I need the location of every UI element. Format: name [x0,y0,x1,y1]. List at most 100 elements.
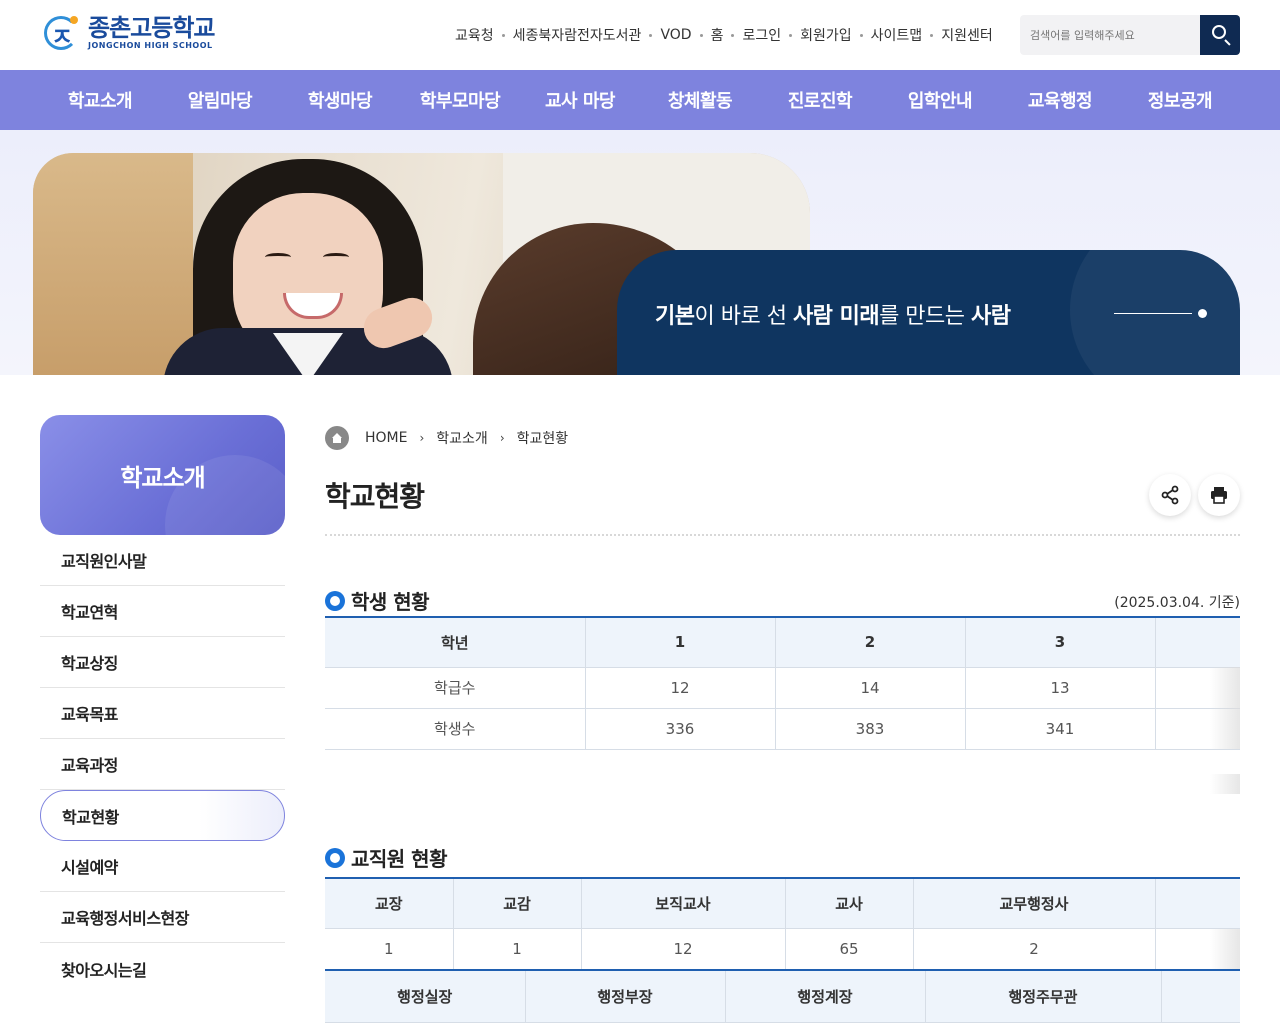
table-cell: 12 [585,667,776,709]
students-table: 학년 1 2 3 학급수 12 14 13 학생수 336 383 341 [325,616,1240,750]
lnb-menu: 교직원인사말 학교연혁 학교상징 교육목표 교육과정 학교현황 시설예약 교육행… [40,535,285,994]
table-header: 교장 [325,878,454,929]
slogan-banner: 기본이 바로 선 사람 미래를 만드는 사람 [617,210,1270,375]
table-scroll-shadow [1210,774,1240,794]
section-bullet-icon [325,847,345,868]
logo-emblem-icon: ㅈ [40,12,82,54]
util-vod[interactable]: VOD [660,27,691,43]
nav-disclosure[interactable]: 정보공개 [1120,70,1240,130]
table-header: 교무행정사 [913,878,1156,929]
nav-admission[interactable]: 입학안내 [880,70,1000,130]
table-cell: 383 [775,708,966,750]
util-separator-icon [731,33,735,37]
table-header [1161,970,1240,1023]
lnb-item-facility-reservation[interactable]: 시설예약 [40,841,285,892]
table-header: 3 [965,617,1156,668]
lnb-item-goals[interactable]: 교육목표 [40,688,285,739]
util-edu-office[interactable]: 교육청 [455,25,494,45]
utility-menu: 교육청 세종북자람전자도서관 VOD 홈 로그인 회원가입 사이트맵 지원센터 [455,25,993,45]
printer-icon [1211,487,1227,504]
lnb-item-history[interactable]: 학교연혁 [40,586,285,637]
lnb-title: 학교소개 [40,415,285,535]
table-scroll-shadow [1210,667,1240,749]
section-title-students: 학생 현황 [325,586,430,615]
share-icon [1161,485,1179,505]
nav-teacher[interactable]: 교사 마당 [520,70,640,130]
util-separator-icon [789,33,793,37]
breadcrumb-level2[interactable]: 학교현황 [517,428,569,448]
print-button[interactable] [1198,474,1240,516]
table-header-row: 학년 1 2 3 [325,617,1240,668]
table-cell: 12 [581,928,786,971]
table-header: 행정계장 [725,970,926,1023]
slogan-dot-icon [1198,309,1207,318]
nav-administration[interactable]: 교육행정 [1000,70,1120,130]
nav-activities[interactable]: 창체활동 [640,70,760,130]
title-divider [325,534,1240,536]
table-cell: 학급수 [325,667,586,709]
nav-student[interactable]: 학생마당 [280,70,400,130]
nav-school-intro[interactable]: 학교소개 [40,70,160,130]
table-header: 1 [585,617,776,668]
breadcrumb-home[interactable]: HOME [365,430,407,446]
nav-notice[interactable]: 알림마당 [160,70,280,130]
table-header: 교사 [785,878,914,929]
search-box [1020,15,1240,55]
lnb-item-greeting[interactable]: 교직원인사말 [40,535,285,586]
util-separator-icon [930,33,934,37]
school-logo[interactable]: ㅈ 종촌고등학교 JONGCHON HIGH SCHOOL [40,10,220,56]
logo-name-ko: 종촌고등학교 [88,14,215,42]
table-cell: 14 [775,667,966,709]
lnb-item-directions[interactable]: 찾아오시는길 [40,943,285,994]
table-cell: 341 [965,708,1156,750]
table-cell: 학생수 [325,708,586,750]
breadcrumb-level1[interactable]: 학교소개 [436,428,488,448]
util-separator-icon [859,33,863,37]
share-button[interactable] [1149,474,1191,516]
nav-career[interactable]: 진로진학 [760,70,880,130]
page-title: 학교현황 [325,480,425,513]
table-scroll-shadow [1210,929,1240,969]
section-bullet-icon [325,590,345,611]
table-header-row: 행정실장 행정부장 행정계장 행정주무관 [325,970,1240,1023]
table-header: 행정주무관 [925,970,1162,1023]
table-cell: 2 [913,928,1156,971]
slogan-text: 기본이 바로 선 사람 미래를 만드는 사람 [655,304,1011,329]
table-cell: 1 [325,928,454,971]
util-signup[interactable]: 회원가입 [800,25,852,45]
table-header: 보직교사 [581,878,786,929]
staff-table-1: 교장 교감 보직교사 교사 교무행정사 1 1 12 65 2 [325,877,1240,971]
util-sitemap[interactable]: 사이트맵 [871,25,923,45]
table-cell: 336 [585,708,776,750]
lnb-item-curriculum[interactable]: 교육과정 [40,739,285,790]
lnb-item-symbol[interactable]: 학교상징 [40,637,285,688]
util-home[interactable]: 홈 [711,25,724,45]
search-input[interactable] [1020,15,1200,55]
table-row: 학급수 12 14 13 [325,667,1240,709]
util-support-center[interactable]: 지원센터 [941,25,993,45]
table-header [1155,878,1240,929]
section-title-staff: 교직원 현황 [325,843,447,872]
util-separator-icon [699,33,703,37]
lnb-item-status[interactable]: 학교현황 [40,790,285,841]
table-header: 학년 [325,617,586,668]
table-cell: 1 [453,928,582,971]
table-header: 2 [775,617,966,668]
header: ㅈ 종촌고등학교 JONGCHON HIGH SCHOOL 교육청 세종북자람전… [0,0,1280,70]
chevron-right-icon: › [499,431,505,445]
table-row: 1 1 12 65 2 [325,928,1240,971]
table-cell: 65 [785,928,914,971]
util-library[interactable]: 세종북자람전자도서관 [513,25,642,45]
breadcrumb: HOME › 학교소개 › 학교현황 [325,426,568,450]
staff-table-2: 행정실장 행정부장 행정계장 행정주무관 [325,969,1240,1023]
search-button[interactable] [1200,15,1240,55]
table-header-row: 교장 교감 보직교사 교사 교무행정사 [325,878,1240,929]
table-row: 학생수 336 383 341 [325,708,1240,750]
home-icon[interactable] [325,426,349,450]
sub-visual: 기본이 바로 선 사람 미래를 만드는 사람 [0,130,1280,375]
util-separator-icon [649,33,653,37]
table-header [1155,617,1240,668]
lnb-item-service-charter[interactable]: 교육행정서비스현장 [40,892,285,943]
nav-parent[interactable]: 학부모마당 [400,70,520,130]
util-login[interactable]: 로그인 [742,25,781,45]
